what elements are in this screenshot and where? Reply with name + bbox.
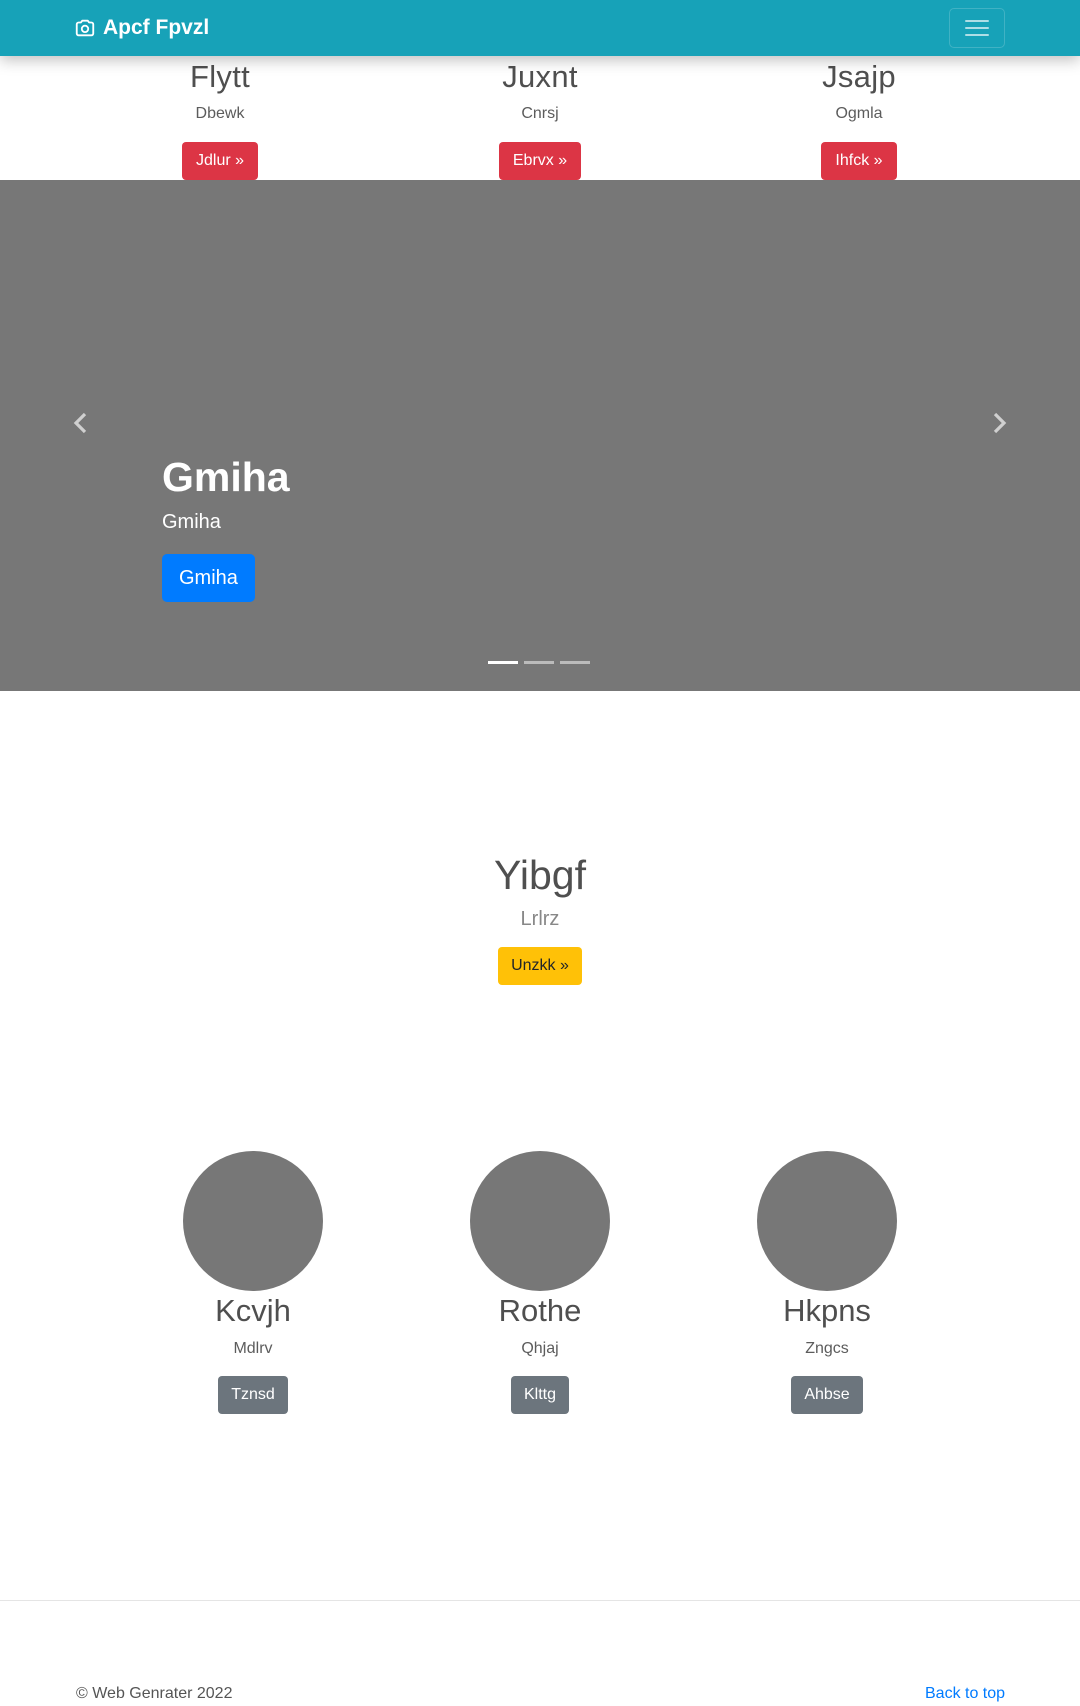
carousel-title: Gmiha (162, 454, 290, 500)
carousel-button[interactable]: Gmiha (162, 554, 255, 602)
navbar-toggle-button[interactable] (949, 8, 1005, 48)
chevron-left-icon (73, 412, 87, 434)
back-to-top-link[interactable]: Back to top (925, 1684, 1005, 1704)
carousel: Gmiha Gmiha Gmiha (0, 180, 1080, 691)
navbar: Apcf Fpvzl (0, 0, 1080, 56)
team-member: Rothe Qhjaj Klttg (430, 1151, 650, 1414)
camera-icon (74, 17, 96, 39)
team-member: Kcvjh Mdlrv Tznsd (143, 1151, 363, 1414)
carousel-prev-button[interactable] (68, 410, 94, 436)
carousel-indicator[interactable] (488, 661, 518, 664)
avatar (183, 1151, 323, 1291)
member-text: Qhjaj (521, 1340, 559, 1357)
feature-button[interactable]: Ihfck » (821, 142, 897, 180)
carousel-indicator[interactable] (560, 661, 590, 664)
member-text: Mdlrv (233, 1340, 273, 1357)
member-text: Zngcs (805, 1340, 849, 1357)
brand-name: Apcf Fpvzl (103, 16, 210, 39)
avatar (757, 1151, 897, 1291)
member-button[interactable]: Ahbse (791, 1376, 863, 1414)
feature-button[interactable]: Ebrvx » (498, 142, 582, 180)
feature-text: Ogmla (835, 105, 883, 122)
feature-column: Flytt Dbewk Jdlur » (120, 58, 320, 180)
brand-link[interactable]: Apcf Fpvzl (74, 15, 209, 41)
carousel-caption: Gmiha Gmiha Gmiha (162, 452, 290, 602)
highlight-title: Yibgf (494, 852, 586, 898)
feature-column: Juxnt Cnrsj Ebrvx » (440, 58, 640, 180)
feature-title: Flytt (189, 59, 251, 94)
carousel-indicators (488, 661, 590, 664)
feature-column: Jsajp Ogmla Ihfck » (759, 58, 959, 180)
feature-title: Juxnt (502, 59, 578, 94)
footer-divider (0, 1600, 1080, 1601)
member-name: Kcvjh (215, 1293, 291, 1328)
hamburger-menu-icon (965, 20, 989, 36)
member-name: Hkpns (783, 1293, 871, 1328)
feature-button[interactable]: Jdlur » (181, 142, 259, 180)
member-button[interactable]: Tznsd (218, 1376, 288, 1414)
feature-title: Jsajp (822, 59, 896, 94)
feature-text: Cnrsj (521, 105, 559, 122)
member-button[interactable]: Klttg (510, 1376, 569, 1414)
carousel-indicator[interactable] (524, 661, 554, 664)
team-member: Hkpns Zngcs Ahbse (717, 1151, 937, 1414)
feature-text: Dbewk (195, 105, 245, 122)
carousel-text: Gmiha (162, 511, 221, 533)
highlight-text: Lrlrz (520, 908, 560, 930)
copyright-text: © Web Genrater 2022 (76, 1685, 233, 1702)
member-name: Rothe (498, 1293, 582, 1328)
highlight-section: Yibgf Lrlrz Unzkk » (0, 850, 1080, 985)
avatar (470, 1151, 610, 1291)
chevron-right-icon (993, 412, 1007, 434)
highlight-button[interactable]: Unzkk » (498, 947, 582, 985)
carousel-next-button[interactable] (986, 410, 1012, 436)
